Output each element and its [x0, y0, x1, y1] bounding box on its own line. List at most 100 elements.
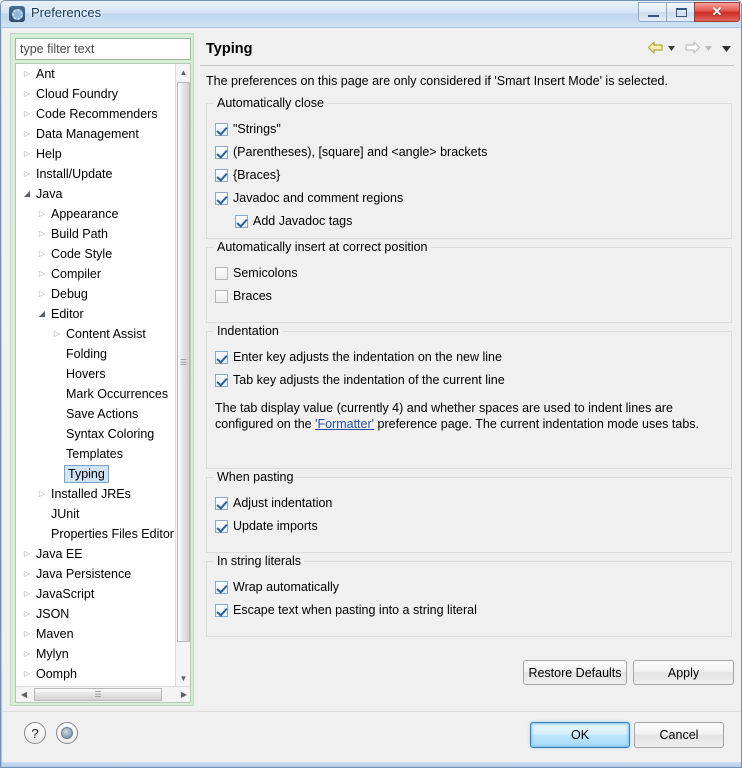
twisty-collapsed-icon[interactable]: ▷ — [35, 204, 49, 224]
checkbox-unchecked-icon[interactable] — [215, 290, 228, 303]
scroll-up-icon[interactable]: ▲ — [176, 64, 190, 80]
checkbox-checked-icon[interactable] — [215, 581, 228, 594]
sidebar-item-code-recommenders[interactable]: ▷ Code Recommenders — [16, 104, 176, 124]
checkbox-row[interactable]: "Strings" — [215, 122, 281, 136]
sidebar-item-editor[interactable]: ◢ Editor — [16, 304, 176, 324]
twisty-collapsed-icon[interactable]: ▷ — [20, 584, 34, 604]
sidebar-item-help[interactable]: ▷ Help — [16, 144, 176, 164]
twisty-collapsed-icon[interactable]: ▷ — [20, 144, 34, 164]
checkbox-row[interactable]: Semicolons — [215, 266, 298, 280]
checkbox-row[interactable]: Tab key adjusts the indentation of the c… — [215, 373, 505, 387]
scroll-right-icon[interactable]: ▶ — [176, 687, 190, 702]
sidebar-item-build-path[interactable]: ▷ Build Path — [16, 224, 176, 244]
twisty-collapsed-icon[interactable]: ▷ — [50, 324, 64, 344]
checkbox-checked-icon[interactable] — [215, 123, 228, 136]
sidebar-item-code-style[interactable]: ▷ Code Style — [16, 244, 176, 264]
sidebar-item-syntax-coloring[interactable]: ·Syntax Coloring — [16, 424, 176, 444]
sidebar-item-oomph[interactable]: ▷ Oomph — [16, 664, 176, 684]
checkbox-row[interactable]: Escape text when pasting into a string l… — [215, 603, 477, 617]
sidebar-item-javascript[interactable]: ▷ JavaScript — [16, 584, 176, 604]
checkbox-row[interactable]: Braces — [215, 289, 272, 303]
checkbox-row[interactable]: Update imports — [215, 519, 318, 533]
twisty-collapsed-icon[interactable]: ▷ — [35, 224, 49, 244]
sidebar-item-data-management[interactable]: ▷ Data Management — [16, 124, 176, 144]
restore-defaults-button[interactable]: Restore Defaults — [523, 660, 627, 685]
sidebar-item-json[interactable]: ▷ JSON — [16, 604, 176, 624]
search-input[interactable] — [15, 38, 191, 60]
checkbox-unchecked-icon[interactable] — [215, 267, 228, 280]
twisty-collapsed-icon[interactable]: ▷ — [20, 624, 34, 644]
back-arrow-icon[interactable] — [647, 40, 664, 55]
twisty-collapsed-icon[interactable]: ▷ — [20, 564, 34, 584]
sidebar-item-maven[interactable]: ▷ Maven — [16, 624, 176, 644]
sidebar-item-java[interactable]: ◢ Java — [16, 184, 176, 204]
sidebar-item-folding[interactable]: ·Folding — [16, 344, 176, 364]
twisty-expanded-icon[interactable]: ◢ — [35, 304, 49, 324]
twisty-collapsed-icon[interactable]: ▷ — [20, 124, 34, 144]
checkbox-row[interactable]: Wrap automatically — [215, 580, 339, 594]
scroll-left-icon[interactable]: ◀ — [16, 687, 32, 702]
twisty-collapsed-icon[interactable]: ▷ — [20, 544, 34, 564]
sidebar-item-save-actions[interactable]: ·Save Actions — [16, 404, 176, 424]
checkbox-checked-icon[interactable] — [215, 146, 228, 159]
sidebar-item-typing[interactable]: ·Typing — [16, 464, 176, 484]
tree-horizontal-scrollbar[interactable]: ◀ ☰ ▶ — [16, 686, 190, 702]
formatter-link[interactable]: 'Formatter' — [315, 417, 374, 431]
twisty-collapsed-icon[interactable]: ▷ — [20, 164, 34, 184]
cancel-button[interactable]: Cancel — [634, 722, 724, 748]
help-icon[interactable]: ? — [24, 722, 46, 744]
back-dropdown-chevron-down-icon[interactable] — [667, 41, 676, 55]
sidebar-item-java-persistence[interactable]: ▷ Java Persistence — [16, 564, 176, 584]
sidebar-item-mark-occurrences[interactable]: ·Mark Occurrences — [16, 384, 176, 404]
twisty-collapsed-icon[interactable]: ▷ — [35, 264, 49, 284]
checkbox-row[interactable]: (Parentheses), [square] and <angle> brac… — [215, 145, 487, 159]
checkbox-row[interactable]: Javadoc and comment regions — [215, 191, 403, 205]
tree-vertical-scrollbar[interactable]: ▲ ☰ ▼ — [175, 64, 190, 686]
twisty-expanded-icon[interactable]: ◢ — [20, 184, 34, 204]
minimize-button[interactable] — [638, 2, 667, 22]
tree-hscroll-thumb[interactable]: ☰ — [34, 688, 162, 701]
view-menu-chevron-down-icon[interactable] — [721, 41, 732, 55]
sidebar-item-compiler[interactable]: ▷ Compiler — [16, 264, 176, 284]
sidebar-item-install-update[interactable]: ▷ Install/Update — [16, 164, 176, 184]
sidebar-item-installed-jres[interactable]: ▷ Installed JREs — [16, 484, 176, 504]
sidebar-item-debug[interactable]: ▷ Debug — [16, 284, 176, 304]
sidebar-item-junit[interactable]: ·JUnit — [16, 504, 176, 524]
sidebar-item-mylyn[interactable]: ▷ Mylyn — [16, 644, 176, 664]
sidebar-item-templates[interactable]: ·Templates — [16, 444, 176, 464]
sidebar-item-ant[interactable]: ▷ Ant — [16, 64, 176, 84]
scroll-down-icon[interactable]: ▼ — [176, 670, 190, 686]
sidebar-item-content-assist[interactable]: ▷ Content Assist — [16, 324, 176, 344]
twisty-collapsed-icon[interactable]: ▷ — [35, 284, 49, 304]
twisty-collapsed-icon[interactable]: ▷ — [35, 244, 49, 264]
twisty-collapsed-icon[interactable]: ▷ — [35, 484, 49, 504]
ok-button[interactable]: OK — [530, 722, 630, 748]
tree-vscroll-thumb[interactable]: ☰ — [177, 82, 190, 642]
twisty-collapsed-icon[interactable]: ▷ — [20, 64, 34, 84]
twisty-collapsed-icon[interactable]: ▷ — [20, 604, 34, 624]
checkbox-row[interactable]: Adjust indentation — [215, 496, 332, 510]
checkbox-checked-icon[interactable] — [215, 604, 228, 617]
tree-scroll-viewport[interactable]: ▷ Ant ▷ Cloud Foundry ▷ Code Recommenders ▷ Dat… — [16, 64, 176, 686]
sidebar-item-properties-files-editor[interactable]: ·Properties Files Editor — [16, 524, 176, 544]
sidebar-item-hovers[interactable]: ·Hovers — [16, 364, 176, 384]
checkbox-checked-icon[interactable] — [215, 497, 228, 510]
checkbox-row[interactable]: {Braces} — [215, 168, 280, 182]
checkbox-checked-icon[interactable] — [215, 169, 228, 182]
checkbox-checked-icon[interactable] — [215, 520, 228, 533]
checkbox-checked-icon[interactable] — [215, 192, 228, 205]
sidebar-item-appearance[interactable]: ▷ Appearance — [16, 204, 176, 224]
maximize-button[interactable] — [666, 2, 695, 22]
twisty-collapsed-icon[interactable]: ▷ — [20, 104, 34, 124]
twisty-collapsed-icon[interactable]: ▷ — [20, 84, 34, 104]
twisty-collapsed-icon[interactable]: ▷ — [20, 664, 34, 684]
close-button[interactable]: ✕ — [694, 2, 740, 22]
apply-button[interactable]: Apply — [633, 660, 734, 685]
checkbox-checked-icon[interactable] — [215, 351, 228, 364]
checkbox-row[interactable]: Add Javadoc tags — [235, 214, 352, 228]
globe-icon[interactable] — [56, 722, 78, 744]
sidebar-item-java-ee[interactable]: ▷ Java EE — [16, 544, 176, 564]
twisty-collapsed-icon[interactable]: ▷ — [20, 644, 34, 664]
checkbox-checked-icon[interactable] — [215, 374, 228, 387]
checkbox-checked-icon[interactable] — [235, 215, 248, 228]
